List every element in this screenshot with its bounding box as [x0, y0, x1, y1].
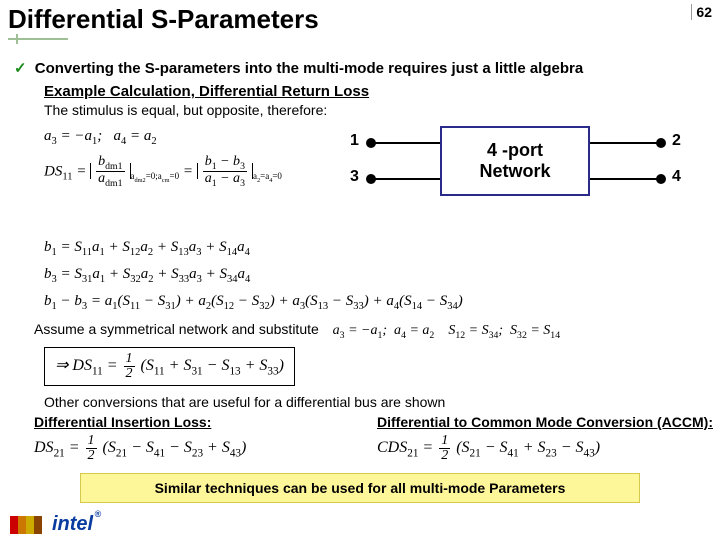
- port-3-label: 3: [350, 168, 359, 186]
- network-box-line1: 4 -port: [487, 140, 543, 161]
- b-equations: b1 = S11a1 + S12a2 + S13a3 + S14a4 b3 = …: [44, 235, 720, 315]
- check-icon: ✓: [14, 60, 27, 77]
- page-title: Differential S-Parameters: [8, 4, 319, 35]
- stimulus-text: The stimulus is equal, but opposite, the…: [44, 102, 720, 118]
- cds21-equation: CDS21 = 12 (S21 − S41 + S23 − S43): [377, 434, 720, 463]
- assume-text: Assume a symmetrical network and substit…: [34, 321, 319, 337]
- network-box: 4 -port Network: [440, 126, 590, 196]
- intel-logo: intel®: [52, 513, 93, 536]
- network-box-line2: Network: [479, 161, 550, 182]
- assume-equation: a3 = −a1; a4 = a2 S12 = S34; S32 = S14: [333, 323, 560, 338]
- port-2-label: 2: [672, 132, 681, 150]
- assume-row: Assume a symmetrical network and substit…: [34, 321, 720, 341]
- other-conversions-text: Other conversions that are useful for a …: [44, 394, 720, 410]
- summary-box: Similar techniques can be used for all m…: [80, 473, 640, 503]
- port-4-label: 4: [672, 168, 681, 186]
- title-decoration: [8, 34, 68, 44]
- result-boxed-equation: ⇒ DS11 = 12 (S11 + S31 − S13 + S33): [44, 347, 295, 386]
- diff-common-mode-title: Differential to Common Mode Conversion (…: [377, 414, 720, 430]
- ornament-logo: [10, 516, 42, 534]
- ds21-equation: DS21 = 12 (S21 − S41 − S23 + S43): [34, 434, 377, 463]
- example-heading: Example Calculation, Differential Return…: [44, 83, 720, 100]
- diff-insertion-loss-title: Differential Insertion Loss:: [34, 414, 377, 430]
- four-port-diagram: 1 3 2 4 4 -port Network: [310, 118, 700, 204]
- port-1-label: 1: [350, 132, 359, 150]
- logo-strip: intel®: [10, 513, 93, 536]
- bullet-line: ✓ Converting the S-parameters into the m…: [14, 59, 720, 77]
- page-number: 62: [691, 4, 712, 20]
- bullet-text: Converting the S-parameters into the mul…: [35, 60, 583, 77]
